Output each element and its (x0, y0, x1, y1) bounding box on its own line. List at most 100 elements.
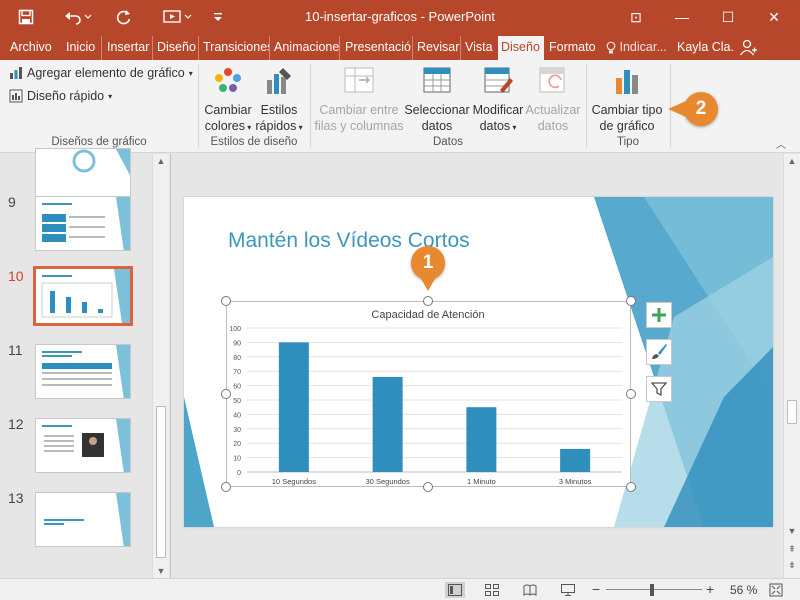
zoom-in-button[interactable]: + (706, 581, 714, 597)
y-tick-label: 30 (233, 427, 241, 434)
tab-diseno-grafico[interactable]: Diseño (498, 36, 544, 60)
tab-inicio[interactable]: Inicio (63, 36, 102, 60)
close-button[interactable]: ✕ (754, 4, 794, 30)
tell-me-label: Indicar... (619, 40, 667, 54)
resize-handle-middle-right[interactable] (626, 389, 636, 399)
tell-me-search[interactable]: Indicar... (603, 36, 671, 60)
resize-handle-bottom-left[interactable] (221, 482, 231, 492)
collapse-ribbon-icon[interactable]: ︿ (776, 136, 786, 151)
scroll-up-icon[interactable]: ▲ (153, 154, 169, 168)
y-tick-label: 40 (233, 412, 241, 419)
slide-thumbnail-10-selected[interactable] (33, 266, 133, 326)
chart-title[interactable]: Capacidad de Atención (371, 309, 484, 321)
resize-handle-bottom-right[interactable] (626, 482, 636, 492)
next-slide-icon[interactable]: ⇟ (784, 558, 800, 572)
zoom-out-button[interactable]: − (592, 581, 600, 597)
thumbnail-scrollbar[interactable]: ▲ ▼ (152, 154, 169, 578)
scroll-down-icon[interactable]: ▼ (784, 524, 800, 538)
resize-handle-top-left[interactable] (221, 296, 231, 306)
fit-to-window-icon[interactable] (766, 582, 786, 598)
add-chart-element-button[interactable]: Agregar elemento de gráfico ▾ (9, 66, 193, 80)
resize-handle-top-center[interactable] (423, 296, 433, 306)
slide-thumbnail[interactable] (35, 148, 131, 203)
slide-thumbnail-graphic (42, 345, 130, 398)
slide-number: 11 (8, 342, 23, 358)
tab-transiciones[interactable]: Transiciones (200, 36, 270, 60)
zoom-slider[interactable] (606, 589, 702, 590)
chart-filters-button[interactable] (646, 376, 672, 402)
maximize-button[interactable]: ☐ (708, 4, 748, 30)
y-tick-label: 60 (233, 384, 241, 391)
zoom-slider-thumb[interactable] (650, 584, 654, 596)
resize-handle-middle-left[interactable] (221, 389, 231, 399)
slide-scrollbar[interactable]: ▲ ▼ ⇞ ⇟ (783, 154, 800, 578)
resize-handle-bottom-center[interactable] (423, 482, 433, 492)
quick-layout-label: Diseño rápido (27, 89, 105, 103)
quick-styles-label: Estilos (260, 103, 298, 117)
group-label-layouts: Diseños de gráfico (51, 136, 147, 148)
tab-formato[interactable]: Formato (546, 36, 598, 60)
ribbon-display-options-icon[interactable]: ⊡ (616, 4, 656, 30)
refresh-data-button[interactable]: Actualizar datos (524, 66, 582, 134)
change-colors-button[interactable]: Cambiar colores ▾ (200, 66, 256, 136)
quick-styles-button[interactable]: Estilos rápidos ▾ (253, 66, 305, 136)
scroll-down-icon[interactable]: ▼ (153, 564, 169, 578)
change-chart-type-icon (616, 70, 638, 94)
normal-view-icon[interactable] (445, 582, 465, 598)
reading-view-icon[interactable] (520, 582, 540, 598)
edit-data-icon (484, 67, 513, 93)
tab-presentacion[interactable]: Presentació (342, 36, 413, 60)
resize-handle-top-right[interactable] (626, 296, 636, 306)
callout-pointer (668, 101, 686, 117)
tab-diseno[interactable]: Diseño (154, 36, 199, 60)
scrollbar-thumb[interactable] (156, 406, 166, 558)
x-category-label: 3 Minutos (559, 477, 592, 486)
user-name[interactable]: Kayla Cla... (674, 36, 734, 60)
slide-number: 13 (8, 490, 24, 506)
scrollbar-thumb[interactable] (787, 400, 797, 424)
chart-styles-button[interactable] (646, 339, 672, 365)
y-tick-label: 80 (233, 355, 241, 362)
zoom-level[interactable]: 56 % (730, 583, 757, 597)
slide-sorter-icon[interactable] (482, 582, 502, 598)
chevron-down-icon: ▾ (510, 123, 517, 132)
slideshow-view-icon[interactable] (558, 582, 578, 598)
edit-data-button[interactable]: Modificar datos ▾ (470, 66, 526, 136)
select-data-button[interactable]: Seleccionar datos (404, 66, 470, 134)
tab-archivo[interactable]: Archivo (7, 36, 55, 60)
change-chart-type-label-2: de gráfico (599, 119, 655, 133)
chevron-down-icon: ▾ (188, 68, 193, 78)
chart-container[interactable]: 0 10 20 30 40 50 60 70 80 90 100 10 Segundos 30 Segu… (226, 301, 631, 487)
slide-number: 9 (8, 194, 16, 210)
chevron-down-icon: ▾ (296, 123, 303, 132)
quick-layout-button[interactable]: Diseño rápido ▾ (9, 89, 112, 103)
y-tick-label: 10 (233, 456, 241, 463)
switch-row-column-button[interactable]: Cambiar entre filas y columnas (313, 66, 405, 134)
tab-vista[interactable]: Vista (462, 36, 497, 60)
chart-bar[interactable] (278, 342, 309, 472)
edit-data-label: Modificar (472, 103, 524, 117)
tab-revisar[interactable]: Revisar (414, 36, 461, 60)
chart-bar[interactable] (560, 448, 591, 472)
chart-bar[interactable] (372, 376, 403, 472)
scroll-up-icon[interactable]: ▲ (784, 154, 800, 168)
minimize-button[interactable]: — (662, 4, 702, 30)
tab-insertar[interactable]: Insertar (104, 36, 153, 60)
quick-layout-icon (9, 89, 23, 103)
x-category-label: 1 Minuto (467, 477, 496, 486)
chart-bar[interactable] (466, 407, 497, 472)
previous-slide-icon[interactable]: ⇞ (784, 542, 800, 556)
slide-thumbnail-12[interactable] (35, 418, 131, 473)
slide-thumbnail-9[interactable] (35, 196, 131, 251)
share-icon[interactable] (736, 36, 762, 60)
slide-thumbnail-11[interactable] (35, 344, 131, 399)
y-tick-label: 70 (233, 369, 241, 376)
tab-animaciones[interactable]: Animaciones (271, 36, 340, 60)
switch-row-column-icon (344, 67, 374, 93)
chart-elements-button[interactable] (646, 302, 672, 328)
lightbulb-icon (606, 41, 616, 54)
y-tick-label: 20 (233, 441, 241, 448)
slide-thumbnail-13[interactable] (35, 492, 131, 547)
change-colors-label-2: colores (204, 119, 246, 133)
change-chart-type-button[interactable]: Cambiar tipo de gráfico (590, 66, 664, 134)
